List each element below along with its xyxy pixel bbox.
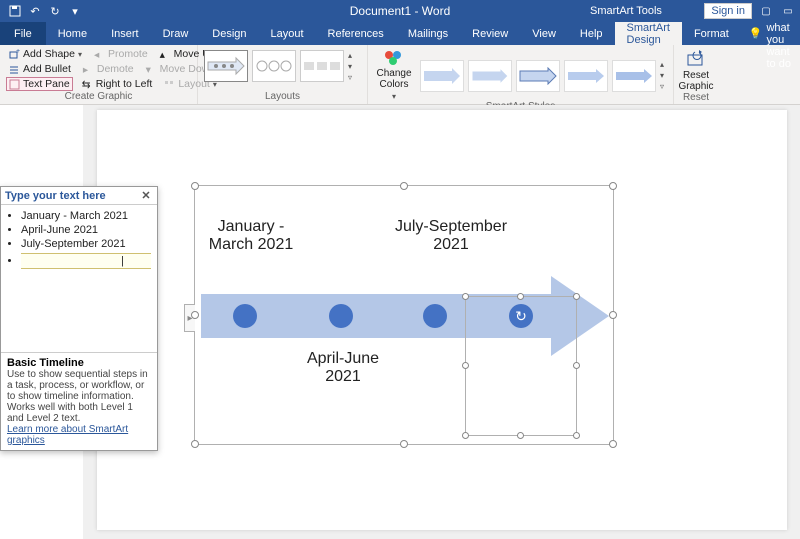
tab-home[interactable]: Home <box>46 22 99 45</box>
text-pane[interactable]: Type your text here ✕ January - March 20… <box>0 186 158 451</box>
style-option-3[interactable] <box>516 60 560 92</box>
text-pane-list[interactable]: January - March 2021 April-June 2021 Jul… <box>1 205 157 273</box>
document-area: ▸ ↻ January - March 2021 July-September … <box>83 105 800 539</box>
timeline-label-2[interactable]: April-June 2021 <box>293 350 393 387</box>
timeline-dot-3[interactable] <box>423 304 447 328</box>
tab-review[interactable]: Review <box>460 22 520 45</box>
svg-text:+: + <box>16 49 20 55</box>
timeline-dot-2[interactable] <box>329 304 353 328</box>
info-body: Use to show sequential steps in a task, … <box>7 369 148 424</box>
tab-view[interactable]: View <box>520 22 568 45</box>
group-label-layouts: Layouts <box>204 91 361 104</box>
styles-more[interactable]: ▿ <box>660 82 664 91</box>
tab-format[interactable]: Format <box>682 22 741 45</box>
ribbon-options-icon[interactable]: ▢ <box>758 4 774 18</box>
timeline-dot-1[interactable] <box>233 304 257 328</box>
reset-icon <box>685 49 707 71</box>
demote-icon: ▸ <box>83 64 94 75</box>
tab-references[interactable]: References <box>316 22 396 45</box>
style-option-4[interactable] <box>564 60 608 92</box>
style-option-2[interactable] <box>468 60 512 92</box>
add-shape-button[interactable]: +Add Shape▾ <box>6 47 85 61</box>
right-to-left-button[interactable]: ⇆Right to Left <box>79 77 156 91</box>
sign-in-button[interactable]: Sign in <box>704 3 752 19</box>
text-pane-icon <box>9 79 20 90</box>
text-pane-info: Basic Timeline Use to show sequential st… <box>1 352 157 450</box>
group-create-graphic: +Add Shape▾ ◂Promote ▴Move Up Add Bullet… <box>0 45 198 104</box>
quick-access-toolbar: ↶ ↻ ▾ <box>8 4 82 18</box>
layout-option-2[interactable] <box>252 50 296 82</box>
tab-smartart-design[interactable]: SmartArt Design <box>615 22 682 45</box>
tab-mailings[interactable]: Mailings <box>396 22 460 45</box>
info-title: Basic Timeline <box>7 357 151 369</box>
layouts-scroll-up[interactable]: ▴ <box>348 51 352 60</box>
change-colors-icon <box>383 49 405 67</box>
styles-scroll-up[interactable]: ▴ <box>660 60 664 69</box>
list-item[interactable]: April-June 2021 <box>21 223 151 237</box>
layout-option-1[interactable] <box>204 50 248 82</box>
move-down-icon: ▾ <box>146 64 157 75</box>
add-shape-icon: + <box>9 49 20 60</box>
close-icon[interactable]: ✕ <box>139 189 153 203</box>
smartart-selection[interactable]: ▸ ↻ January - March 2021 July-September … <box>194 185 614 445</box>
text-pane-button[interactable]: Text Pane <box>6 77 73 91</box>
group-layouts: ▴ ▾ ▿ Layouts <box>198 45 368 104</box>
list-item[interactable]: January - March 2021 <box>21 209 151 223</box>
tab-layout[interactable]: Layout <box>259 22 316 45</box>
timeline-label-3[interactable]: July-September 2021 <box>391 218 511 255</box>
change-colors-button[interactable]: Change Colors ▾ <box>374 47 414 101</box>
tab-help[interactable]: Help <box>568 22 615 45</box>
tab-insert[interactable]: Insert <box>99 22 151 45</box>
qat-customize-icon[interactable]: ▾ <box>68 4 82 18</box>
title-bar: ↶ ↻ ▾ Document1 - Word SmartArt Tools Si… <box>0 0 800 22</box>
tell-me[interactable]: 💡 Tell me what you want to do <box>741 22 800 45</box>
timeline-label-1[interactable]: January - March 2021 <box>201 218 301 255</box>
minimize-icon[interactable]: ▭ <box>780 4 796 18</box>
save-icon[interactable] <box>8 4 22 18</box>
contextual-tab-label: SmartArt Tools <box>590 5 662 17</box>
group-label-reset: Reset <box>680 92 712 105</box>
text-input[interactable] <box>21 255 121 267</box>
group-label-create: Create Graphic <box>6 91 191 104</box>
styles-scroll-down[interactable]: ▾ <box>660 71 664 80</box>
tab-file[interactable]: File <box>0 22 46 45</box>
empty-label-selection[interactable] <box>465 296 577 436</box>
group-reset: Reset Graphic Reset <box>674 45 718 104</box>
redo-icon[interactable]: ↻ <box>48 4 62 18</box>
move-up-icon: ▴ <box>160 49 171 60</box>
page[interactable]: ▸ ↻ January - March 2021 July-September … <box>97 110 787 530</box>
layouts-scroll-down[interactable]: ▾ <box>348 62 352 71</box>
undo-icon[interactable]: ↶ <box>28 4 42 18</box>
promote-icon: ◂ <box>94 49 105 60</box>
rtl-icon: ⇆ <box>82 79 93 90</box>
layouts-more[interactable]: ▿ <box>348 73 352 82</box>
reset-graphic-button[interactable]: Reset Graphic <box>680 47 712 92</box>
style-option-5[interactable] <box>612 60 656 92</box>
layout-option-3[interactable] <box>300 50 344 82</box>
lightbulb-icon: 💡 <box>749 27 763 40</box>
add-bullet-icon <box>9 64 20 75</box>
ribbon-tabs: File Home Insert Draw Design Layout Refe… <box>0 22 800 45</box>
layout-icon <box>164 79 175 90</box>
promote-button[interactable]: ◂Promote <box>91 47 151 61</box>
document-title: Document1 - Word <box>350 4 450 18</box>
text-pane-title: Type your text here <box>5 190 106 202</box>
list-item-editing[interactable]: | <box>21 253 151 269</box>
list-item[interactable]: July-September 2021 <box>21 237 151 251</box>
ribbon: +Add Shape▾ ◂Promote ▴Move Up Add Bullet… <box>0 45 800 105</box>
tab-draw[interactable]: Draw <box>151 22 201 45</box>
group-smartart-styles: Change Colors ▾ ▴▾▿ SmartArt Styles <box>368 45 674 104</box>
learn-more-link[interactable]: Learn more about SmartArt graphics <box>7 424 128 446</box>
add-bullet-button[interactable]: Add Bullet <box>6 62 74 76</box>
demote-button[interactable]: ▸Demote <box>80 62 137 76</box>
tab-design[interactable]: Design <box>200 22 258 45</box>
style-option-1[interactable] <box>420 60 464 92</box>
